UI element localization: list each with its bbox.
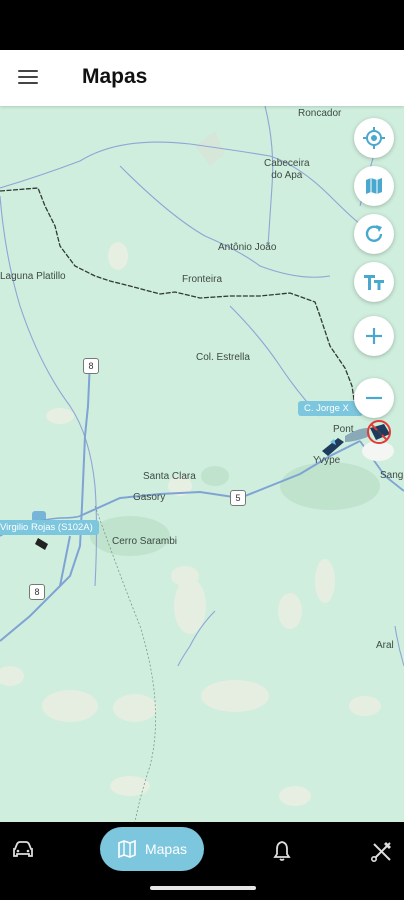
menu-icon[interactable]	[18, 70, 38, 86]
route-badge: 8	[83, 358, 99, 374]
text-size-icon	[364, 275, 384, 290]
map-canvas[interactable]: Roncador Cabeceira do Apa Antônio João L…	[0, 106, 404, 822]
place-label: Aral	[376, 640, 394, 651]
place-label: Santa Clara	[143, 471, 196, 482]
nav-maps-label: Mapas	[144, 841, 188, 857]
place-label: Roncador	[298, 108, 342, 119]
route-badge: 8	[29, 584, 45, 600]
zoom-in-icon	[366, 328, 382, 344]
place-label: Fronteira	[182, 274, 223, 285]
place-label: Antônio João	[218, 242, 277, 253]
locate-icon	[363, 127, 385, 149]
map-layer	[0, 106, 404, 822]
station-label[interactable]: C. Jorge X	[298, 401, 363, 416]
zoom-out-button[interactable]	[354, 378, 394, 418]
nav-tools[interactable]	[370, 840, 394, 867]
zoom-out-icon	[366, 396, 382, 400]
map-layers-icon	[366, 178, 382, 194]
place-label: Pont	[333, 424, 354, 435]
locate-button[interactable]	[354, 118, 394, 158]
refresh-button[interactable]	[354, 214, 394, 254]
place-label: Laguna Platillo	[0, 271, 66, 282]
place-label: Yvype	[313, 455, 341, 466]
place-label: Gasory	[133, 492, 166, 503]
blocked-vehicle-icon[interactable]	[365, 418, 393, 446]
status-bar	[0, 0, 404, 50]
station-label[interactable]: Virgilio Rojas (S102A)	[0, 520, 99, 535]
zoom-in-button[interactable]	[354, 316, 394, 356]
app-header: Mapas	[0, 50, 404, 106]
bottom-nav: Mapas	[0, 822, 404, 900]
car-icon	[13, 841, 33, 857]
map-layers-button[interactable]	[354, 166, 394, 206]
bell-icon	[273, 841, 291, 861]
page-title: Mapas	[82, 65, 148, 88]
place-label: Sang	[380, 470, 404, 481]
tools-icon	[370, 842, 391, 862]
nav-maps[interactable]: Mapas	[100, 827, 204, 871]
place-label: Cerro Sarambi	[112, 536, 178, 547]
text-size-button[interactable]	[354, 262, 394, 302]
map-icon	[118, 840, 136, 858]
place-label: Col. Estrella	[196, 352, 250, 363]
nav-alerts[interactable]	[272, 840, 292, 867]
route-badge: 5	[230, 490, 246, 506]
place-label: Cabeceira do Apa	[264, 158, 310, 181]
refresh-icon	[365, 225, 383, 242]
home-indicator	[150, 886, 256, 890]
nav-vehicles[interactable]	[12, 840, 34, 865]
